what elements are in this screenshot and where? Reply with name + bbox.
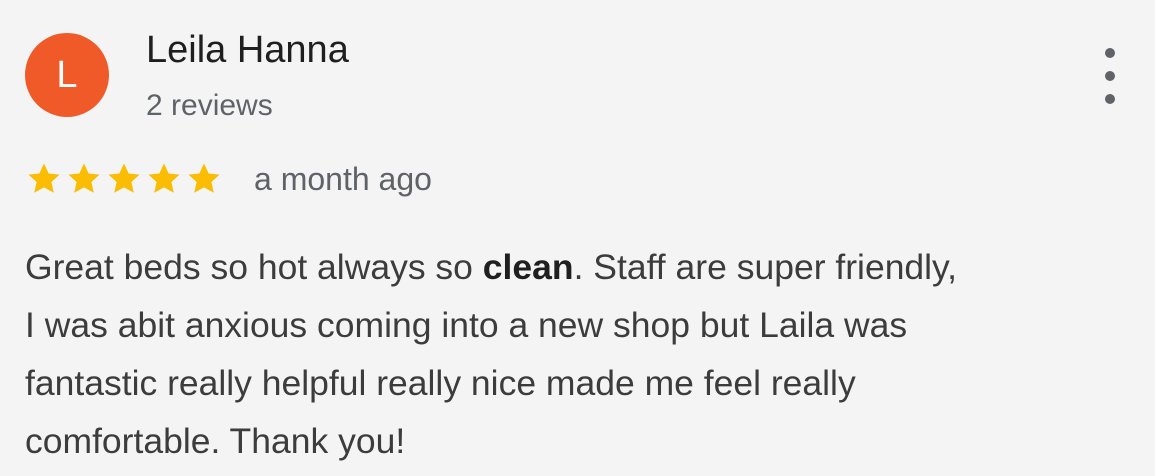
- review-line-3: fantastic really helpful really nice mad…: [25, 363, 856, 403]
- review-line-2: I was abit anxious coming into a new sho…: [25, 305, 908, 345]
- star-icon: [108, 163, 140, 193]
- review-time: a month ago: [254, 161, 432, 197]
- review-text-segment: Great beds so hot always so: [25, 247, 483, 287]
- avatar[interactable]: L: [25, 33, 109, 117]
- reviewer-name[interactable]: Leila Hanna: [146, 28, 349, 72]
- star-rating: [25, 160, 223, 198]
- star-icon: [68, 163, 100, 193]
- star-icon: [28, 163, 60, 193]
- star-icon: [188, 163, 220, 193]
- review-count[interactable]: 2 reviews: [146, 88, 273, 124]
- avatar-initial: L: [56, 53, 78, 96]
- review-text-segment: . Staff are super friendly,: [573, 247, 958, 287]
- review-highlight: clean: [482, 247, 574, 287]
- review-card: L Leila Hanna 2 reviews a month ago Grea…: [0, 0, 1155, 476]
- review-line-4: comfortable. Thank you!: [25, 421, 406, 461]
- more-vert-icon-dot: [1105, 71, 1115, 81]
- more-vert-icon: [1105, 48, 1115, 58]
- review-text: Great beds so hot always so clean. Staff…: [25, 238, 1150, 470]
- review-line-1: Great beds so hot always so clean. Staff…: [25, 238, 1150, 296]
- more-options-button[interactable]: [1090, 48, 1130, 104]
- star-icon: [148, 163, 180, 193]
- more-vert-icon-dot: [1105, 94, 1115, 104]
